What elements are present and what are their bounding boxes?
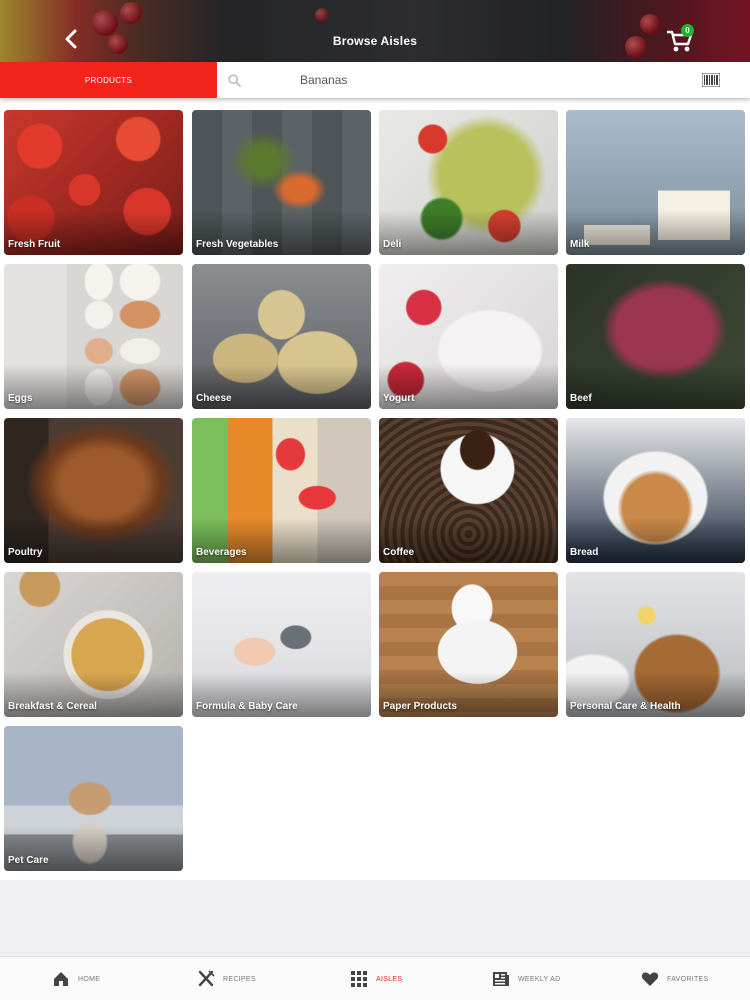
aisle-tile-fresh-vegetables[interactable]: Fresh Vegetables (192, 110, 371, 255)
aisle-label: Bread (570, 547, 599, 558)
header-bar: Browse Aisles 0 (0, 0, 750, 62)
aisle-label: Beef (570, 393, 592, 404)
aisle-tile-bread[interactable]: Bread (566, 418, 745, 563)
tab-label: WEEKLY AD (518, 975, 561, 983)
aisle-tile-beverages[interactable]: Beverages (192, 418, 371, 563)
tab-label: HOME (78, 975, 101, 983)
aisle-tile-yogurt[interactable]: Yogurt (379, 264, 558, 409)
search-bar: PRODUCTS (0, 62, 750, 98)
aisle-tile-paper-products[interactable]: Paper Products (379, 572, 558, 717)
tab-recipes[interactable]: RECIPES (197, 957, 256, 1000)
tab-label: FAVORITES (667, 975, 709, 983)
aisle-tile-pet-care[interactable]: Pet Care (4, 726, 183, 871)
aisle-label: Formula & Baby Care (196, 701, 298, 712)
products-tab[interactable]: PRODUCTS (0, 62, 217, 98)
bottom-tab-bar: HOME RECIPES AISLES WEEKLY AD FAVORITES (0, 956, 750, 1000)
page-title: Browse Aisles (332, 34, 418, 48)
aisle-tile-formula-baby-care[interactable]: Formula & Baby Care (192, 572, 371, 717)
cart-count-badge: 0 (681, 24, 694, 37)
aisle-tile-beef[interactable]: Beef (566, 264, 745, 409)
home-icon (54, 972, 68, 986)
tab-weekly-ad[interactable]: WEEKLY AD (492, 957, 561, 1000)
aisle-label: Pet Care (8, 855, 49, 866)
aisle-tile-eggs[interactable]: Eggs (4, 264, 183, 409)
aisle-tile-cheese[interactable]: Cheese (192, 264, 371, 409)
aisle-tile-deli[interactable]: Deli (379, 110, 558, 255)
aisle-label: Yogurt (383, 393, 415, 404)
aisle-tile-personal-care-health[interactable]: Personal Care & Health (566, 572, 745, 717)
grid-icon (351, 971, 367, 987)
tab-aisles[interactable]: AISLES (350, 957, 402, 1000)
tab-favorites[interactable]: FAVORITES (641, 957, 708, 1000)
aisle-label: Fresh Fruit (8, 239, 61, 250)
aisle-label: Fresh Vegetables (196, 239, 279, 250)
aisle-label: Personal Care & Health (570, 701, 681, 712)
aisle-label: Coffee (383, 547, 415, 558)
newspaper-icon (493, 972, 509, 986)
fork-knife-icon (198, 970, 215, 987)
aisle-label: Cheese (196, 393, 232, 404)
aisle-label: Poultry (8, 547, 43, 558)
aisle-label: Deli (383, 239, 402, 250)
barcode-icon[interactable] (702, 73, 720, 87)
aisle-tile-milk[interactable]: Milk (566, 110, 745, 255)
aisle-label: Eggs (8, 393, 33, 404)
aisle-label: Beverages (196, 547, 247, 558)
aisle-label: Breakfast & Cereal (8, 701, 97, 712)
aisle-label: Milk (570, 239, 590, 250)
search-icon (228, 74, 241, 87)
aisle-tile-coffee[interactable]: Coffee (379, 418, 558, 563)
spacer-band (0, 880, 750, 956)
aisle-tile-breakfast-cereal[interactable]: Breakfast & Cereal (4, 572, 183, 717)
aisle-tile-fresh-fruit[interactable]: Fresh Fruit (4, 110, 183, 255)
aisle-tile-poultry[interactable]: Poultry (4, 418, 183, 563)
tab-home[interactable]: HOME (52, 957, 100, 1000)
tab-label: RECIPES (223, 975, 256, 983)
aisle-label: Paper Products (383, 701, 457, 712)
search-input[interactable] (300, 71, 680, 89)
tab-label: AISLES (376, 975, 403, 983)
heart-icon (641, 972, 659, 986)
